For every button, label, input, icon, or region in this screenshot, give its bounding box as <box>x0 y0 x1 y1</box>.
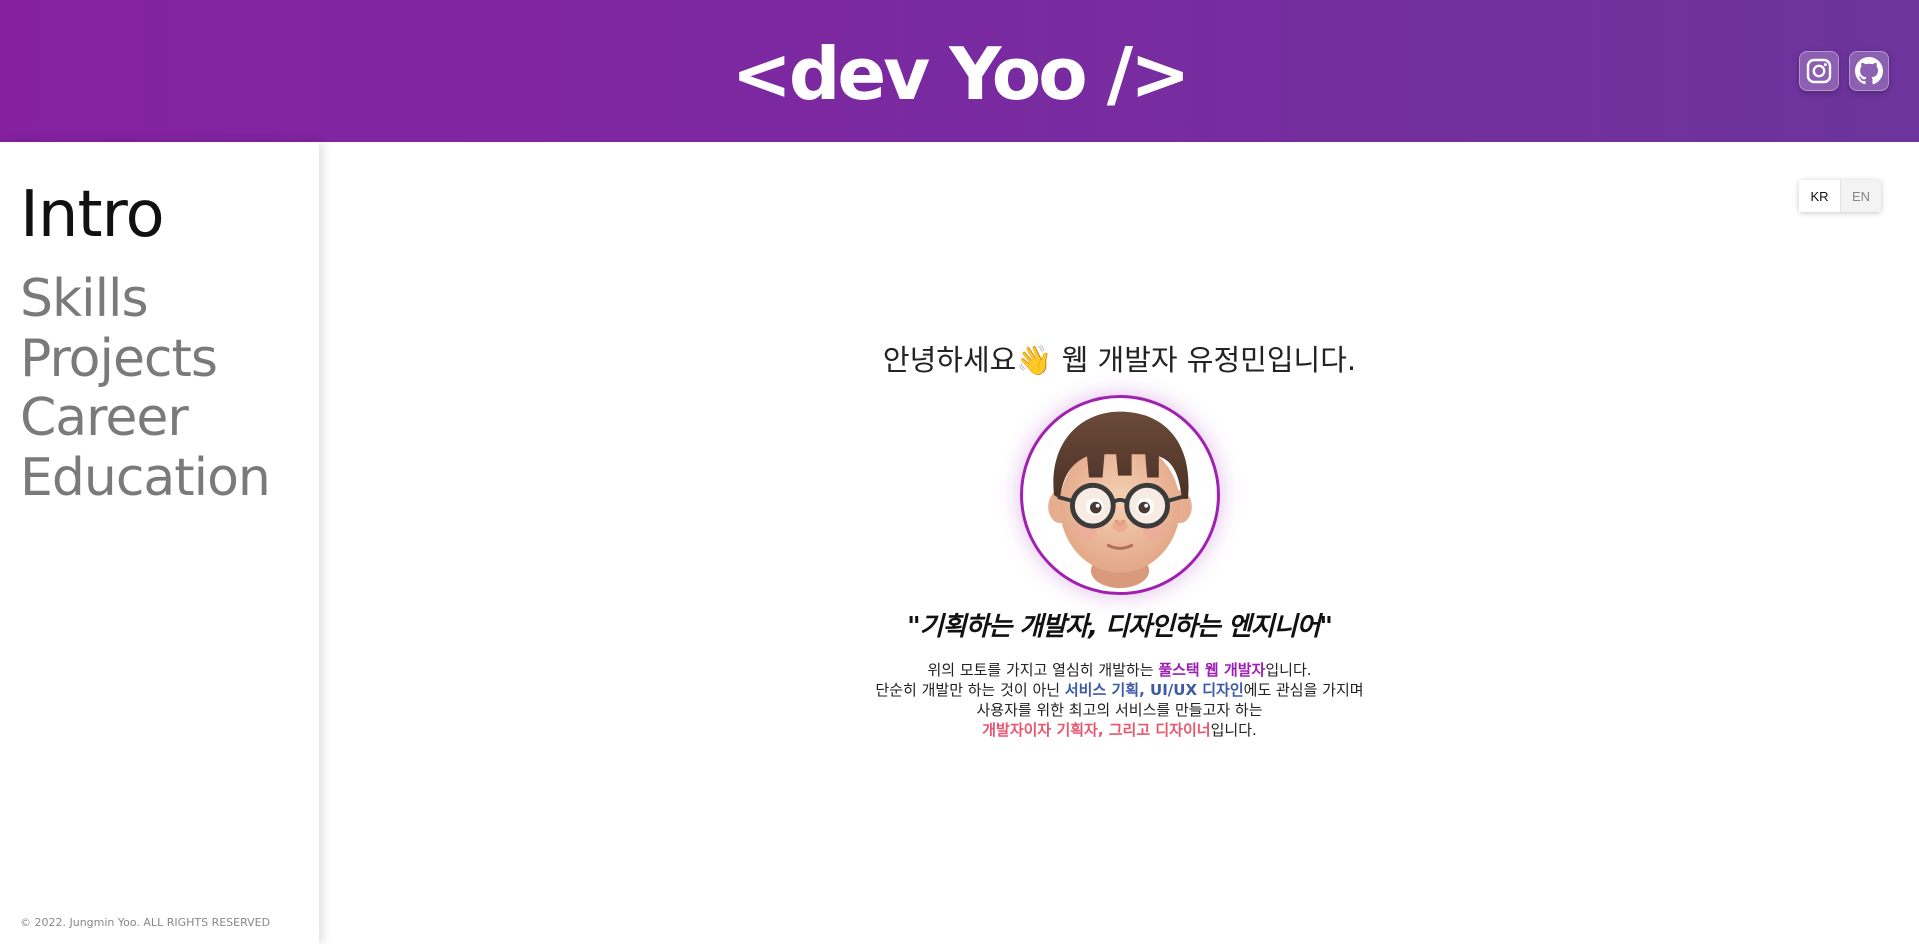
sidebar-item-education[interactable]: Education <box>20 448 271 508</box>
highlight-uiux-design: UI/UX 디자인 <box>1150 681 1244 699</box>
profile-avatar <box>1020 395 1220 595</box>
motto-quote: "기획하는 개발자, 디자인하는 엔지니어" <box>907 612 1333 642</box>
description-text: 에도 관심을 가지며 <box>1243 681 1364 699</box>
copyright-text: © 2022. Jungmin Yoo. ALL RIGHTS RESERVED <box>20 916 271 929</box>
description-line-4: 개발자이자 기획자, 그리고 디자이너입니다. <box>320 720 1919 740</box>
language-switch: KR EN <box>1799 180 1881 212</box>
description-line-3: 사용자를 위한 최고의 서비스를 만들고자 하는 <box>976 701 1263 719</box>
description-text: 단순히 개발만 하는 것이 아닌 <box>875 681 1065 699</box>
highlight-developer-planner-designer: 개발자이자 기획자, 그리고 디자이너 <box>982 721 1211 739</box>
lang-en-button[interactable]: EN <box>1840 180 1881 212</box>
lang-kr-button[interactable]: KR <box>1799 180 1840 212</box>
description-text: 위의 모토를 가지고 열심히 개발하는 <box>927 661 1159 679</box>
sidebar-item-career[interactable]: Career <box>20 388 189 448</box>
github-icon <box>1855 57 1883 85</box>
instagram-icon <box>1805 57 1833 85</box>
description-text: 입니다. <box>1265 661 1312 679</box>
site-header: <dev Yoo /> <box>0 0 1919 142</box>
sidebar-item-intro[interactable]: Intro <box>20 178 165 252</box>
sidebar-item-skills[interactable]: Skills <box>20 269 149 329</box>
github-link[interactable] <box>1849 51 1889 91</box>
highlight-fullstack: 풀스택 웹 개발자 <box>1158 661 1266 679</box>
memoji-avatar-image <box>1048 411 1192 589</box>
description-line-1: 위의 모토를 가지고 열심히 개발하는 풀스택 웹 개발자입니다. <box>320 660 1919 680</box>
description-line-2: 단순히 개발만 하는 것이 아닌 서비스 기획, UI/UX 디자인에도 관심을… <box>320 680 1919 700</box>
sidebar-nav: Intro Skills Projects Career Education ©… <box>0 142 319 944</box>
intro-description: 위의 모토를 가지고 열심히 개발하는 풀스택 웹 개발자입니다. 단순히 개발… <box>320 660 1919 740</box>
site-logo[interactable]: <dev Yoo /> <box>0 28 1919 120</box>
description-text: 입니다. <box>1210 721 1257 739</box>
highlight-service-planning: 서비스 기획 <box>1064 681 1140 699</box>
instagram-link[interactable] <box>1799 51 1839 91</box>
highlight-separator: , <box>1139 681 1151 699</box>
greeting-heading: 안녕하세요👋 웹 개발자 유정민입니다. <box>882 343 1357 377</box>
sidebar-item-projects[interactable]: Projects <box>20 329 218 389</box>
